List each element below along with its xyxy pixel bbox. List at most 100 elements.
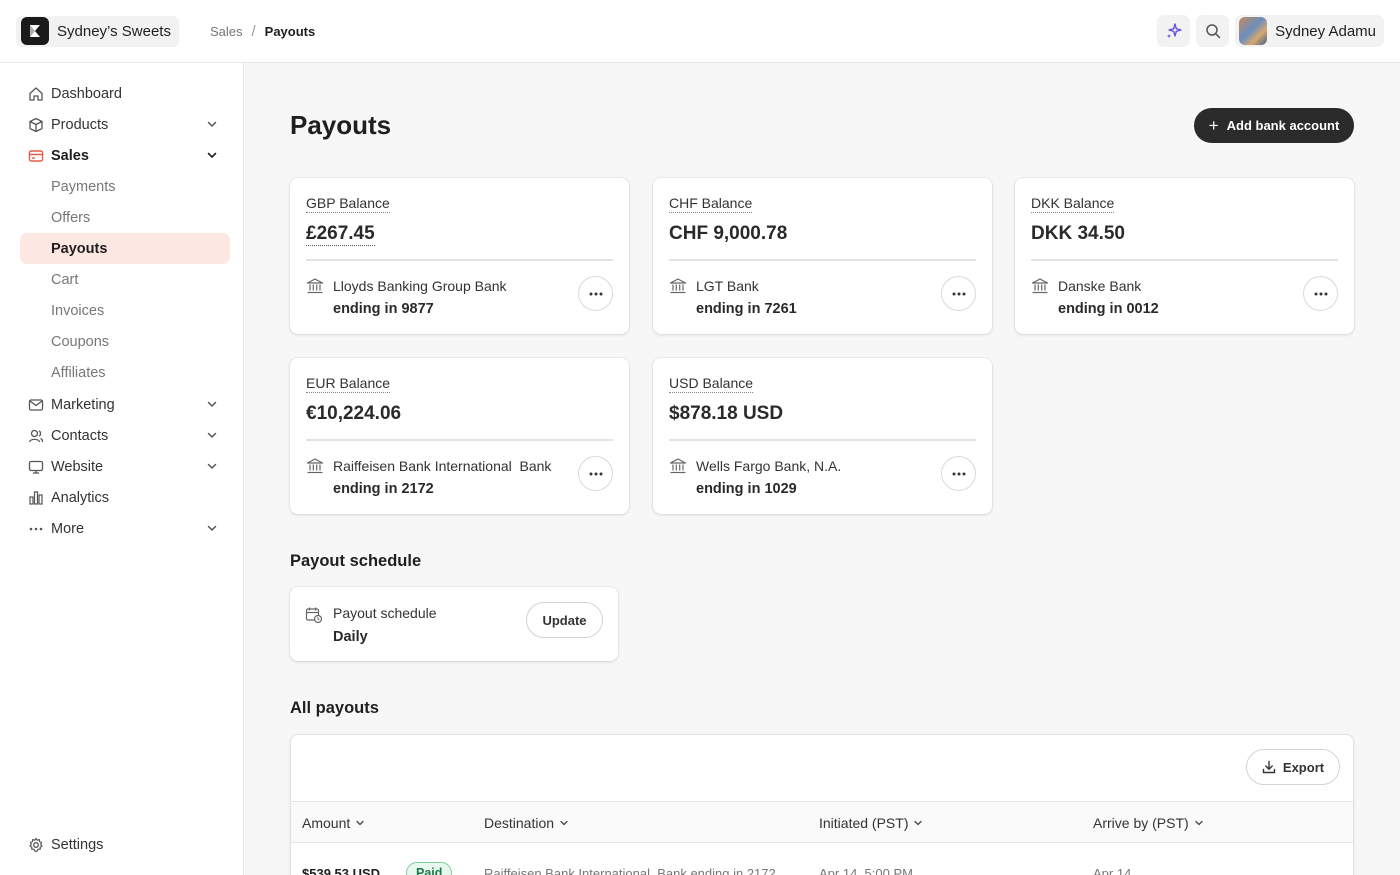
sidebar-item-products[interactable]: Products: [20, 109, 230, 140]
payout-schedule-card: Payout schedule Daily Update: [290, 587, 618, 661]
chevron-down-icon[interactable]: [206, 522, 218, 534]
account-ending: ending in 2172: [333, 481, 434, 497]
bar-chart-icon: [28, 490, 44, 506]
balance-card-dkk: DKK Balance DKK 34.50 Danske Bank ending…: [1015, 178, 1354, 334]
update-schedule-button[interactable]: Update: [526, 602, 603, 638]
divider: [306, 259, 613, 261]
chevron-down-icon: [356, 820, 364, 826]
payout-schedule-heading: Payout schedule: [290, 552, 422, 570]
ai-assistant-button[interactable]: [1157, 15, 1191, 47]
chevron-down-icon[interactable]: [206, 398, 218, 410]
more-options-button[interactable]: [578, 276, 613, 311]
users-icon: [28, 428, 44, 444]
search-icon: [1205, 24, 1220, 39]
search-button[interactable]: [1196, 15, 1230, 47]
more-options-button[interactable]: [941, 276, 976, 311]
column-amount[interactable]: Amount: [302, 815, 365, 831]
balance-label[interactable]: EUR Balance: [306, 375, 391, 393]
sidebar-item-coupons[interactable]: Coupons: [20, 326, 230, 357]
sidebar-item-label: Offers: [51, 209, 91, 226]
add-bank-account-label: Add bank account: [1226, 118, 1340, 133]
bank-icon: [1031, 278, 1049, 294]
sidebar-item-contacts[interactable]: Contacts: [20, 420, 230, 451]
bank-icon: [306, 458, 324, 474]
ellipsis-icon: [28, 521, 44, 537]
bank-name: Wells Fargo Bank, N.A.: [696, 458, 842, 474]
account-ending: ending in 7261: [696, 301, 797, 317]
add-bank-account-button[interactable]: + Add bank account: [1194, 108, 1354, 143]
chevron-down-icon[interactable]: [206, 118, 218, 130]
more-options-button[interactable]: [1303, 276, 1338, 311]
mail-icon: [28, 397, 44, 413]
sidebar-item-label: Contacts: [51, 427, 109, 444]
divider: [306, 439, 613, 441]
balance-card-usd: USD Balance $878.18 USD Wells Fargo Bank…: [653, 358, 992, 514]
more-options-button[interactable]: [578, 456, 613, 491]
user-menu[interactable]: Sydney Adamu: [1235, 15, 1384, 47]
payout-schedule-label: Payout schedule: [333, 605, 437, 621]
sidebar-item-sales[interactable]: Sales: [20, 140, 230, 171]
balance-amount: CHF 9,000.78: [669, 223, 788, 244]
bank-name: LGT Bank: [696, 278, 759, 294]
bank-name: Raiffeisen Bank International Bank: [333, 458, 552, 474]
sidebar-item-label: Cart: [51, 271, 79, 288]
top-bar: Sydney’s Sweets Sales / Payouts Sydney A…: [0, 0, 1400, 63]
sidebar-item-payments[interactable]: Payments: [20, 171, 230, 202]
gear-icon: [28, 837, 44, 853]
sidebar-item-label: Marketing: [51, 396, 115, 413]
payout-initiated: Apr 14, 5:00 PM: [819, 866, 913, 875]
sidebar-item-label: Products: [51, 116, 109, 133]
chevron-down-icon[interactable]: [206, 149, 218, 161]
status-badge: Paid: [406, 862, 453, 875]
chevron-down-icon[interactable]: [206, 429, 218, 441]
sidebar-item-payouts[interactable]: Payouts: [20, 233, 230, 264]
sidebar-item-settings[interactable]: Settings: [20, 829, 230, 860]
export-label: Export: [1282, 759, 1325, 775]
ellipsis-icon: [1314, 292, 1327, 295]
sidebar-item-affiliates[interactable]: Affiliates: [20, 357, 230, 388]
chevron-down-icon[interactable]: [206, 460, 218, 472]
table-header: Amount Destination Initiated (PST) Arriv…: [291, 801, 1353, 843]
column-destination[interactable]: Destination: [484, 815, 569, 831]
chevron-down-icon: [560, 820, 568, 826]
balance-amount: £267.45: [306, 223, 375, 246]
column-arrive-by[interactable]: Arrive by (PST): [1093, 815, 1204, 831]
sidebar-item-more[interactable]: More: [20, 513, 230, 544]
sidebar-item-website[interactable]: Website: [20, 451, 230, 482]
page-title: Payouts: [290, 110, 392, 140]
brand-logo-icon: [21, 17, 49, 45]
balance-label[interactable]: CHF Balance: [669, 195, 753, 213]
sidebar-item-dashboard[interactable]: Dashboard: [20, 78, 230, 109]
balance-label[interactable]: DKK Balance: [1031, 195, 1115, 213]
sidebar-item-label: Affiliates: [51, 364, 106, 381]
sidebar-item-cart[interactable]: Cart: [20, 264, 230, 295]
chevron-down-icon: [914, 820, 923, 826]
account-ending: ending in 9877: [333, 301, 434, 317]
balance-label[interactable]: GBP Balance: [306, 195, 390, 213]
column-initiated[interactable]: Initiated (PST): [819, 815, 923, 831]
brand-name: Sydney’s Sweets: [57, 22, 171, 40]
sidebar-item-invoices[interactable]: Invoices: [20, 295, 230, 326]
brand-switcher[interactable]: Sydney’s Sweets: [16, 15, 179, 47]
column-label: Amount: [302, 815, 351, 831]
divider: [1031, 259, 1338, 261]
breadcrumb-sales[interactable]: Sales: [210, 24, 243, 39]
balance-label[interactable]: USD Balance: [669, 375, 754, 393]
export-button[interactable]: Export: [1246, 749, 1340, 785]
payout-arrive-by: Apr 14: [1093, 866, 1132, 875]
home-icon: [28, 86, 44, 102]
payout-amount: $539.53 USD: [302, 866, 381, 875]
table-row[interactable]: $539.53 USD Paid Raiffeisen Bank Interna…: [291, 844, 1353, 875]
divider: [669, 439, 976, 441]
more-options-button[interactable]: [941, 456, 976, 491]
bank-icon: [306, 278, 324, 294]
sidebar-item-marketing[interactable]: Marketing: [20, 389, 230, 420]
sidebar-item-offers[interactable]: Offers: [20, 202, 230, 233]
sidebar-item-label: Analytics: [51, 489, 110, 506]
sidebar-item-label: Website: [51, 458, 104, 475]
monitor-icon: [28, 459, 44, 475]
payouts-table: Export Amount Destination Initiated (PST…: [290, 734, 1354, 875]
user-name: Sydney Adamu: [1275, 22, 1376, 40]
sidebar-item-analytics[interactable]: Analytics: [20, 482, 230, 513]
plus-icon: +: [1208, 115, 1219, 135]
